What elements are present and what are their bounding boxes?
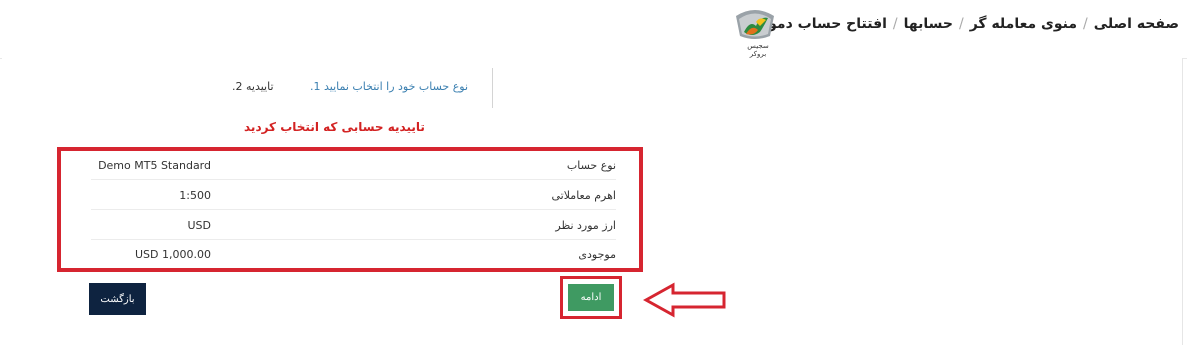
breadcrumb-home[interactable]: صفحه اصلی: [1094, 16, 1179, 32]
step-2-confirmation: تاییدیه 2.: [232, 80, 274, 93]
step-1-select-account-type[interactable]: نوع حساب خود را انتخاب نمایید 1.: [310, 80, 468, 93]
currency-value: USD: [187, 219, 211, 232]
breadcrumb-trader-menu[interactable]: منوی معامله گر: [970, 16, 1077, 32]
breadcrumb-separator: /: [959, 16, 964, 32]
continue-highlight-frame: ادامه: [560, 276, 622, 319]
leverage-value: 1:500: [179, 189, 211, 202]
breadcrumb-current: افتتاح حساب دمو: [768, 16, 887, 32]
balance-label: موجودی: [578, 248, 616, 261]
currency-row: ارز مورد نظر USD: [91, 211, 616, 240]
confirmation-message: تاییدیه حسابی که انتخاب کردید: [244, 120, 425, 134]
breadcrumb-separator: /: [892, 16, 898, 32]
leverage-label: اهرم معاملاتی: [551, 189, 616, 202]
back-button[interactable]: بازگشت: [89, 283, 146, 315]
account-type-row: نوع حساب Demo MT5 Standard: [91, 151, 616, 180]
breadcrumb-separator: /: [1083, 16, 1088, 32]
steps-divider: [492, 68, 493, 108]
account-info-table: نوع حساب Demo MT5 Standard اهرم معاملاتی…: [57, 147, 643, 272]
account-type-value: Demo MT5 Standard: [98, 159, 211, 172]
currency-label: ارز مورد نظر: [555, 219, 616, 232]
top-header: صفحه اصلی / منوی معامله گر / حسابها / افتتاح ح…: [0, 0, 1187, 59]
balance-value: USD 1,000.00: [135, 248, 211, 261]
account-type-label: نوع حساب: [566, 159, 616, 172]
breadcrumb: صفحه اصلی / منوی معامله گر / حسابها / افتتاح ح…: [768, 16, 1179, 32]
broker-logo-text: سجیس بروکر: [747, 42, 769, 58]
continue-button[interactable]: ادامه: [568, 284, 614, 311]
balance-row: موجودی USD 1,000.00: [91, 240, 616, 268]
breadcrumb-accounts[interactable]: حسابها: [904, 16, 953, 32]
arrow-left-icon: [643, 282, 726, 318]
leverage-row: اهرم معاملاتی 1:500: [91, 181, 616, 210]
